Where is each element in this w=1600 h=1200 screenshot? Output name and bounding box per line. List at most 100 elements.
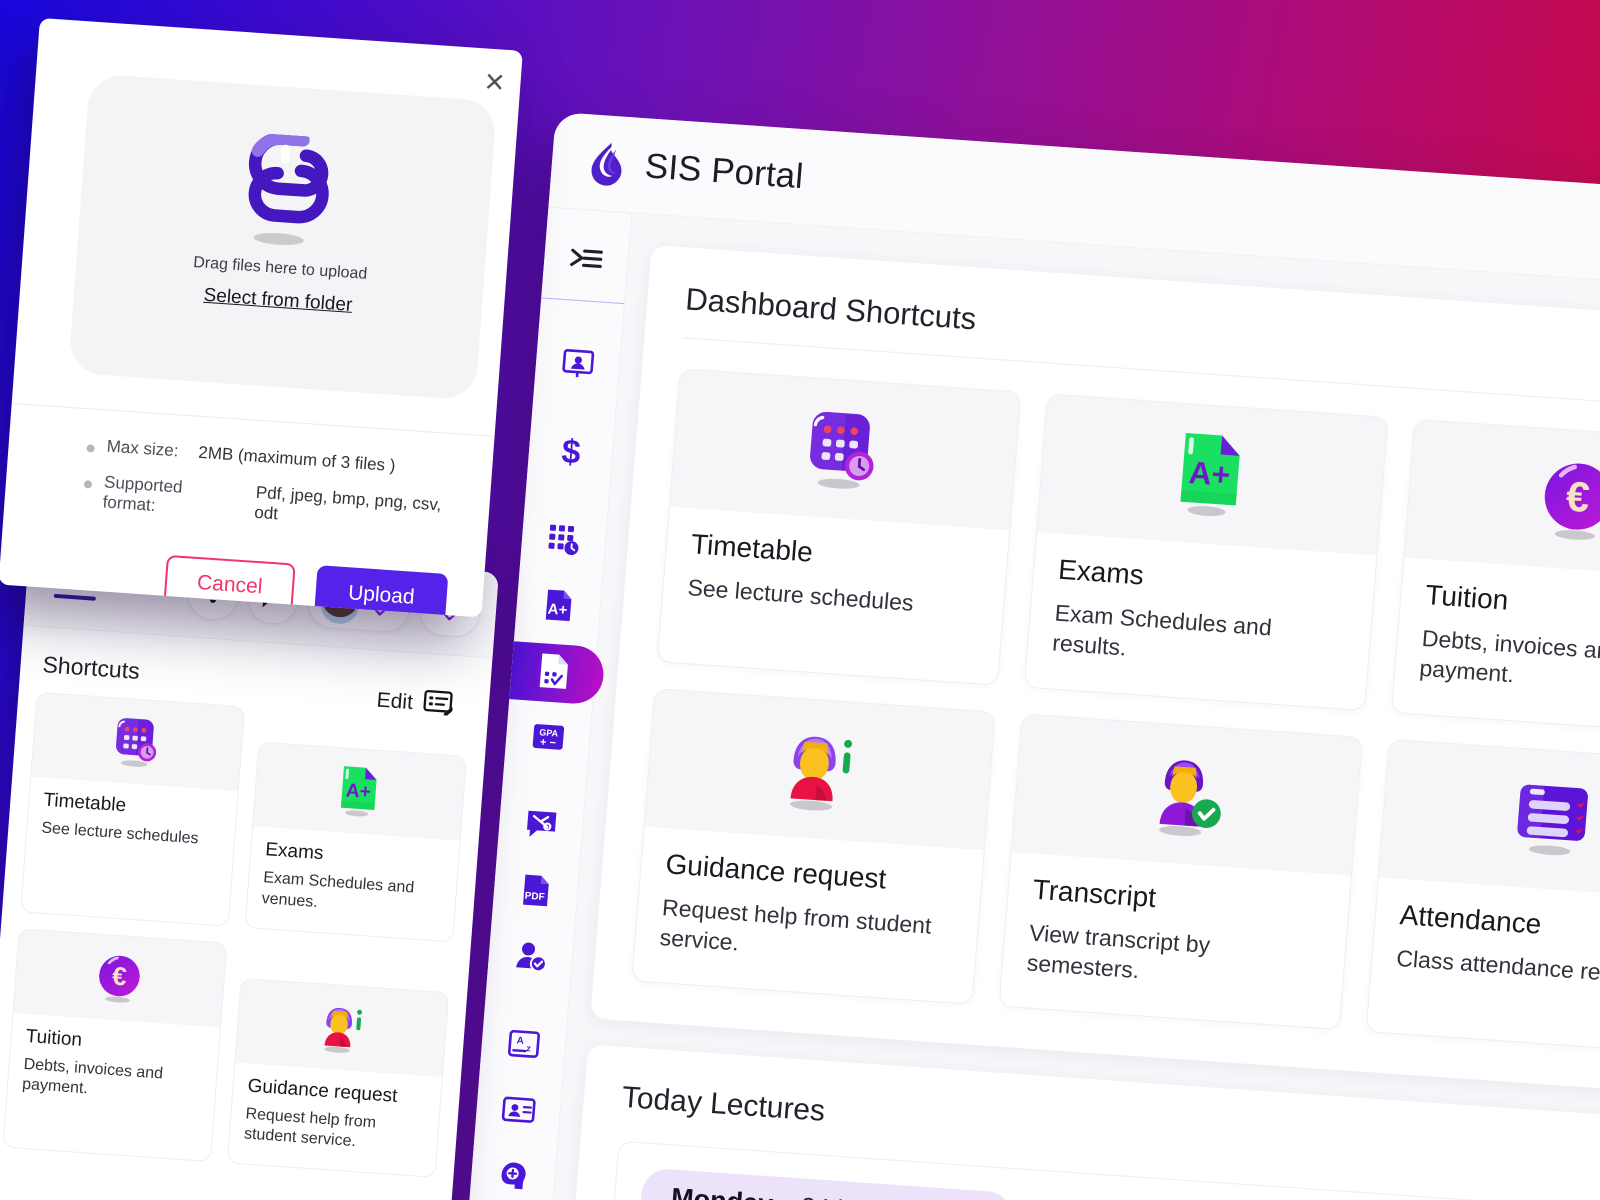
card-text: Exams Exam Schedules and results. — [1025, 532, 1376, 710]
card-title: Guidance request — [664, 848, 888, 895]
sidebar-item-pdf[interactable]: PDF — [492, 857, 580, 929]
card-desc: Request help from student service. — [243, 1105, 377, 1151]
presentation-user-icon — [559, 347, 596, 384]
grade-a-plus-file-icon: A+ — [1180, 433, 1240, 516]
id-card-icon — [500, 1095, 536, 1128]
support-tools-chat-icon — [522, 807, 559, 846]
select-from-folder-link[interactable]: Select from folder — [203, 285, 353, 317]
card-art: € — [13, 928, 227, 1028]
dashboard-body: $ A+ GPA + − PDF A z Dashboard Shortcuts… — [462, 207, 1600, 1200]
gpa-calculator-icon: GPA + − — [529, 721, 566, 756]
close-icon[interactable]: × — [483, 62, 506, 101]
card-text: Exams Exam Schedules and venues. — [246, 826, 460, 941]
card-art — [235, 978, 449, 1077]
sidebar-item-gpa[interactable]: GPA + − — [504, 703, 592, 775]
sidebar-item-wellbeing[interactable] — [469, 1142, 557, 1200]
screen-root: SIS Portal $ A+ GPA + − PDF A z Dashboar… — [0, 0, 1600, 1200]
card-text: Tuition Debts, invoices and payment. — [1392, 557, 1600, 735]
card-title: Exams — [264, 839, 325, 865]
upload-constraints: Max size: 2MB (maximum of 3 files ) Supp… — [4, 404, 494, 539]
mobile-card-grid: Timetable See lecture schedules A+ Exams… — [2, 691, 469, 1179]
card-desc: See lecture schedules — [40, 819, 200, 848]
shortcut-card-guidance-request[interactable]: Guidance request Request help from stude… — [631, 687, 996, 1006]
card-desc: Debts, invoices and payment. — [21, 1055, 164, 1098]
head-plus-icon — [495, 1158, 530, 1197]
droplet-logo-icon — [586, 139, 630, 188]
shortcut-card-exams[interactable]: A+ Exams Exam Schedules and results. — [1023, 393, 1389, 711]
calendar-clock-icon — [115, 718, 156, 767]
card-art: A+ — [253, 742, 466, 841]
app-title: SIS Portal — [643, 145, 805, 196]
dashboard-shortcuts-panel: Dashboard Shortcuts Timetable See lectur… — [590, 244, 1600, 1099]
grade-a-plus-file-icon: A+ — [340, 766, 377, 817]
bullet-icon — [86, 444, 95, 453]
attendance-checklist-icon — [1517, 784, 1588, 855]
card-title: Tuition — [1424, 579, 1510, 616]
sidebar-item-id-card[interactable] — [474, 1076, 562, 1148]
constraint-label: Max size: — [106, 436, 180, 461]
card-title: Timetable — [689, 528, 815, 568]
svg-text:PDF: PDF — [524, 890, 545, 902]
sidebar-item-timetable[interactable] — [519, 506, 607, 578]
card-title: Tuition — [25, 1025, 83, 1051]
svg-text:$: $ — [560, 432, 582, 470]
sidebar-item-support[interactable] — [497, 791, 585, 863]
card-text: Timetable See lecture schedules — [25, 777, 237, 871]
sidebar-item-verified-user[interactable] — [486, 922, 574, 994]
euro-coin-icon: € — [1544, 463, 1600, 540]
results-document-icon — [535, 651, 570, 696]
shortcut-card-exams[interactable]: A+ Exams Exam Schedules and venues. — [244, 741, 468, 943]
file-dropzone[interactable]: Drag files here to upload Select from fo… — [68, 73, 498, 401]
page-title: Dashboard Shortcuts — [684, 281, 978, 337]
card-desc: Class attendance record. — [1395, 944, 1600, 989]
card-art — [1011, 714, 1362, 876]
shortcut-card-tuition[interactable]: € Tuition Debts, invoices and payment. — [2, 927, 228, 1163]
card-art — [31, 692, 245, 792]
card-text: Transcript View transcript by semesters. — [999, 852, 1350, 1030]
student-verified-icon — [1159, 760, 1221, 836]
card-art: A+ — [1037, 394, 1388, 556]
card-desc: View transcript by semesters. — [1025, 919, 1212, 984]
svg-text:€: € — [1564, 473, 1591, 521]
card-text: Attendance Class attendance record. — [1369, 877, 1600, 1024]
dropzone-hint: Drag files here to upload — [192, 254, 368, 283]
svg-text:A: A — [516, 1035, 524, 1046]
shortcut-card-guidance-request[interactable]: Guidance request Request help from stude… — [226, 977, 450, 1179]
card-text: Timetable See lecture schedules — [660, 507, 1009, 654]
svg-text:A+: A+ — [345, 780, 371, 803]
card-title: Exams — [1057, 553, 1145, 591]
paperclip-icon — [227, 132, 343, 258]
timetable-grid-clock-icon — [545, 522, 582, 561]
upload-dialog: × Drag files here to upload Select from … — [0, 18, 523, 618]
card-text: Tuition Debts, invoices and payment. — [6, 1013, 220, 1128]
dollar-icon: $ — [556, 432, 585, 475]
card-desc: Request help from student service. — [658, 893, 933, 956]
card-desc: See lecture schedules — [686, 574, 915, 616]
sidebar-item-sort[interactable]: A z — [479, 1010, 567, 1082]
card-title: Transcript — [1031, 873, 1158, 913]
sidebar-divider — [541, 297, 625, 305]
card-desc: Debts, invoices and payment. — [1418, 624, 1600, 688]
shortcut-card-timetable[interactable]: Timetable See lecture schedules — [656, 368, 1022, 686]
edit-shortcuts-button[interactable]: Edit — [375, 685, 455, 721]
edit-label: Edit — [375, 688, 414, 714]
card-text: Guidance request Request help from stude… — [632, 826, 983, 1004]
day-date: - 24th May, 2023 — [784, 1191, 979, 1200]
sidebar-item-presentation-user[interactable] — [533, 330, 621, 402]
sidebar-item-collapse-sidebar[interactable] — [542, 230, 630, 300]
shortcut-card-timetable[interactable]: Timetable See lecture schedules — [20, 691, 246, 927]
shortcut-card-tuition[interactable]: € Tuition Debts, invoices and payment. — [1390, 418, 1600, 737]
day-badge: Monday - 24th May, 2023 — [638, 1167, 1014, 1200]
shortcut-card-attendance[interactable]: Attendance Class attendance record. — [1365, 738, 1600, 1056]
sidebar-item-exams[interactable]: A+ — [514, 572, 602, 644]
dashboard-content: Dashboard Shortcuts Timetable See lectur… — [546, 213, 1600, 1200]
shortcut-card-grid: Timetable See lecture schedules A+ Exams… — [631, 368, 1600, 1056]
svg-text:€: € — [111, 962, 127, 991]
shortcut-card-transcript[interactable]: Transcript View transcript by semesters. — [998, 713, 1363, 1031]
sidebar-item-results[interactable] — [509, 637, 597, 709]
edit-list-icon — [422, 688, 455, 721]
svg-text:z: z — [526, 1043, 532, 1053]
dashboard-window: SIS Portal $ A+ GPA + − PDF A z Dashboar… — [462, 112, 1600, 1200]
constraint-row: Supported format: Pdf, jpeg, bmp, png, c… — [82, 471, 464, 537]
sidebar-item-finance[interactable]: $ — [526, 418, 614, 490]
